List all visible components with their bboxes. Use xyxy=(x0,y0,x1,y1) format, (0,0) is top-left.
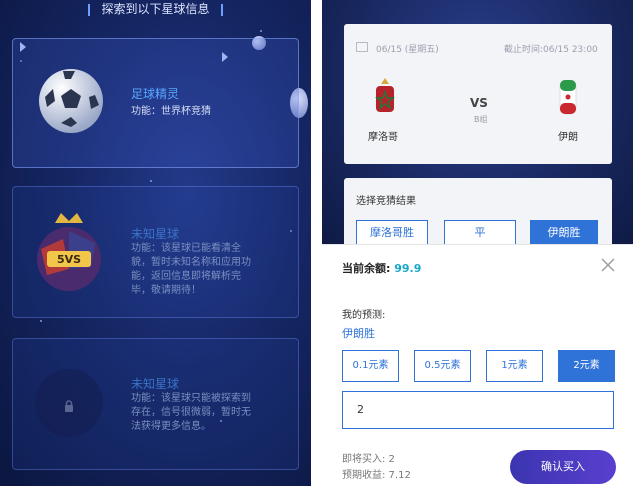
home-team: 摩洛哥 xyxy=(368,132,398,143)
amount-2[interactable]: 2元素 xyxy=(558,350,615,382)
amount-0-5[interactable]: 0.5元素 xyxy=(414,350,471,382)
option-morocco-win[interactable]: 摩洛哥胜 xyxy=(356,220,428,246)
guess-panel: 06/15 (星期五) 截止时间:06/15 23:00 摩洛哥 VS B组 伊… xyxy=(322,0,633,486)
card-desc: 功能：该星球只能被探索到 存在，信号很微弱，暂时无 法获得更多信息。 xyxy=(131,392,296,434)
iran-flag-icon xyxy=(558,79,578,116)
prediction-label: 我的预测: xyxy=(342,310,386,321)
planet-5vs-icon: 5VS xyxy=(33,209,105,295)
amount-1[interactable]: 1元素 xyxy=(486,350,543,382)
desc-line: 法获得更多信息。 xyxy=(131,421,211,432)
confirm-buy-button[interactable]: 确认买入 xyxy=(510,450,616,484)
explore-header: 探索到以下星球信息 xyxy=(88,0,223,18)
amount-0-1[interactable]: 0.1元素 xyxy=(342,350,399,382)
desc-line: 能，返回信息即将解析完 xyxy=(131,271,241,282)
away-team: 伊朗 xyxy=(558,132,578,143)
expected-income-text: 预期收益: 7.12 xyxy=(342,470,411,481)
vs-label: VS xyxy=(470,96,488,110)
prediction-value: 伊朗胜 xyxy=(342,327,375,340)
desc-line: 功能：该星球已能看清全 xyxy=(131,243,241,254)
desc-line: 毕，敬请期待！ xyxy=(131,285,201,296)
desc-line: 存在，信号很微弱，暂时无 xyxy=(131,407,251,418)
choose-title: 选择竞猜结果 xyxy=(356,196,416,207)
option-iran-win[interactable]: 伊朗胜 xyxy=(530,220,598,246)
card-desc: 功能：世界杯竞猜 xyxy=(131,106,211,117)
calendar-icon xyxy=(356,42,368,52)
match-date: 06/15 (星期五) xyxy=(376,45,439,55)
morocco-flag-icon xyxy=(372,78,398,118)
card-desc: 功能：该星球已能看清全 貌，暂时未知名称和应用功 能，返回信息即将解析完 毕，敬… xyxy=(131,242,291,298)
planet-card-unknown-1[interactable]: 5VS 未知星球 功能：该星球已能看清全 貌，暂时未知名称和应用功 能，返回信息… xyxy=(12,186,299,318)
balance-row: 当前余额: 99.9 xyxy=(342,260,421,276)
balance-label: 当前余额: xyxy=(342,262,391,275)
option-draw[interactable]: 平 xyxy=(444,220,516,246)
balance-value: 99.9 xyxy=(394,262,422,275)
card-title: 足球精灵 xyxy=(131,87,180,101)
football-icon xyxy=(37,67,105,135)
desc-line: 功能：该星球只能被探索到 xyxy=(131,393,251,404)
planet-card-unknown-2[interactable]: 未知星球 功能：该星球只能被探索到 存在，信号很微弱，暂时无 法获得更多信息。 xyxy=(12,338,299,470)
planet-card-football[interactable]: 足球精灵 功能：世界杯竞猜 xyxy=(12,38,299,168)
match-card: 06/15 (星期五) 截止时间:06/15 23:00 摩洛哥 VS B组 伊… xyxy=(344,24,612,164)
card-title: 未知星球 xyxy=(131,377,180,391)
close-icon[interactable] xyxy=(600,257,616,273)
locked-planet-icon xyxy=(35,369,103,437)
lock-icon xyxy=(63,397,75,412)
amount-input[interactable]: 2 xyxy=(342,391,614,429)
buy-amount-text: 即将买入: 2 xyxy=(342,454,395,465)
sheet-divider xyxy=(322,244,633,245)
card-title: 未知星球 xyxy=(131,227,180,241)
desc-line: 貌，暂时未知名称和应用功 xyxy=(131,257,251,268)
match-deadline: 截止时间:06/15 23:00 xyxy=(504,45,598,55)
planet-list-panel: 探索到以下星球信息 足球精灵 功能：世界杯竞猜 5VS 未知星球 功能：该星球已… xyxy=(0,0,311,486)
group-label: B组 xyxy=(474,115,488,124)
svg-text:5VS: 5VS xyxy=(57,253,81,266)
